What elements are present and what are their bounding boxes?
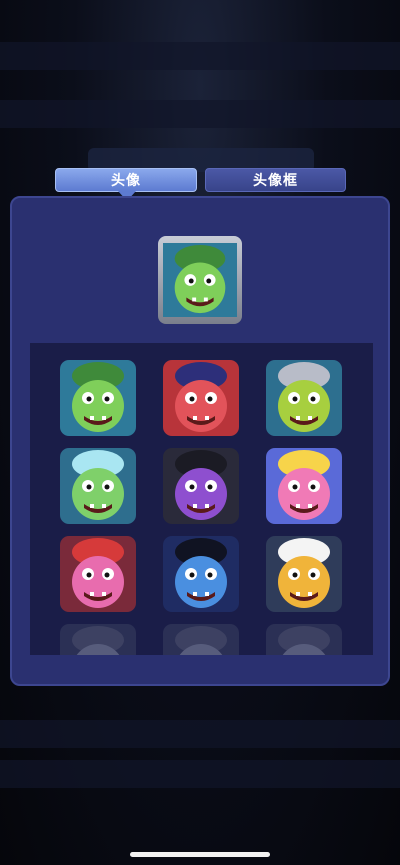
background-blur-strip xyxy=(0,100,400,128)
avatar-option[interactable] xyxy=(266,360,342,436)
avatar-option[interactable] xyxy=(60,624,136,655)
avatar-option[interactable] xyxy=(60,360,136,436)
avatar-option[interactable] xyxy=(60,536,136,612)
background-blur-strip xyxy=(0,760,400,788)
avatar-option[interactable] xyxy=(266,624,342,655)
avatar-grid xyxy=(30,343,373,655)
home-indicator[interactable] xyxy=(130,852,270,857)
avatar-option[interactable] xyxy=(163,360,239,436)
background-blur-strip xyxy=(0,42,400,70)
blue-elvis-sunglasses-avatar-icon xyxy=(163,536,239,612)
background-blur-strip xyxy=(0,720,400,748)
astronaut-zombie-avatar-icon xyxy=(60,448,136,524)
avatar-option[interactable] xyxy=(266,448,342,524)
purple-mobster-cigar-avatar-icon xyxy=(163,448,239,524)
avatar-option[interactable] xyxy=(163,624,239,655)
gray-knight-avatar-icon xyxy=(163,624,239,655)
gray-bubble-avatar-icon xyxy=(266,624,342,655)
gray-helmet-avatar-icon xyxy=(60,624,136,655)
red-masked-monster-avatar-icon xyxy=(163,360,239,436)
knight-helmet-monster-avatar-icon xyxy=(266,360,342,436)
selected-avatar-frame xyxy=(158,236,242,324)
tab-avatar-frame[interactable]: 头像框 xyxy=(205,168,346,192)
tab-avatar[interactable]: 头像 xyxy=(55,168,197,201)
avatar-option[interactable] xyxy=(60,448,136,524)
avatar-option[interactable] xyxy=(266,536,342,612)
avatar-option[interactable] xyxy=(163,536,239,612)
pink-fairy-monster-avatar-icon xyxy=(266,448,342,524)
selected-avatar xyxy=(163,241,237,319)
chef-mustache-monster-avatar-icon xyxy=(266,536,342,612)
green-zombie-helmet-avatar-icon xyxy=(60,360,136,436)
red-football-helmet-avatar-icon xyxy=(60,536,136,612)
avatar-option[interactable] xyxy=(163,448,239,524)
